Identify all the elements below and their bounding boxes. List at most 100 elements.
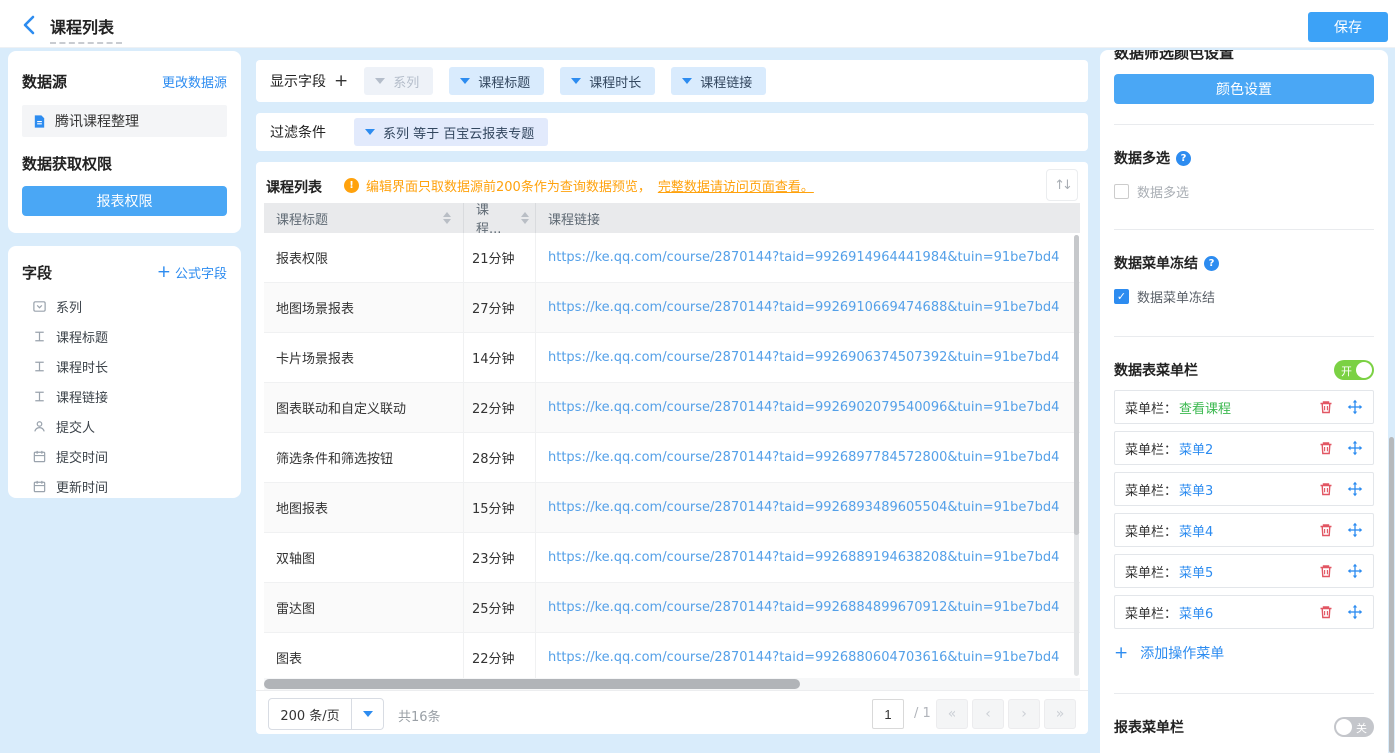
table-row[interactable]: 双轴图23分钟https://ke.qq.com/course/2870144?… — [264, 533, 1080, 583]
field-item[interactable]: 系列 — [22, 291, 227, 321]
formula-field-link[interactable]: +公式字段 — [157, 263, 227, 282]
divider — [1114, 124, 1374, 125]
page-size-dropdown[interactable] — [351, 699, 383, 729]
menu-bar-item[interactable]: 菜单栏：菜单3 — [1114, 472, 1374, 506]
table-row[interactable]: 地图报表15分钟https://ke.qq.com/course/2870144… — [264, 483, 1080, 533]
page-number-input[interactable] — [872, 699, 904, 729]
course-title-cell: 图表 — [264, 633, 464, 678]
course-link[interactable]: https://ke.qq.com/course/2870144?taid=99… — [548, 300, 1059, 315]
table-row[interactable]: 报表权限21分钟https://ke.qq.com/course/2870144… — [264, 233, 1080, 283]
menu-bar-item[interactable]: 菜单栏：菜单5 — [1114, 554, 1374, 588]
field-item[interactable]: 更新时间 — [22, 471, 227, 501]
field-item[interactable]: 提交人 — [22, 411, 227, 441]
field-item[interactable]: 课程标题 — [22, 321, 227, 351]
sort-carets-icon[interactable] — [443, 212, 451, 224]
move-icon[interactable] — [1347, 522, 1363, 538]
window-scrollbar-thumb[interactable] — [1389, 437, 1394, 753]
display-field-tag[interactable]: 系列 — [364, 67, 433, 95]
report-permission-button[interactable]: 报表权限 — [22, 186, 227, 216]
menu-bar-item[interactable]: 菜单栏：菜单4 — [1114, 513, 1374, 547]
menu-item-name[interactable]: 菜单3 — [1179, 480, 1213, 499]
menu-item-name[interactable]: 菜单2 — [1179, 439, 1213, 458]
trash-icon[interactable] — [1318, 399, 1334, 415]
table-row[interactable]: 卡片场景报表14分钟https://ke.qq.com/course/28701… — [264, 333, 1080, 383]
course-link[interactable]: https://ke.qq.com/course/2870144?taid=99… — [548, 400, 1059, 415]
display-fields-label: 显示字段 — [270, 71, 326, 91]
course-link[interactable]: https://ke.qq.com/course/2870144?taid=99… — [548, 450, 1059, 465]
datasource-item[interactable]: 腾讯课程整理 — [22, 105, 227, 137]
menu-bar-item[interactable]: 菜单栏：菜单6 — [1114, 595, 1374, 629]
table-row[interactable]: 图表22分钟https://ke.qq.com/course/2870144?t… — [264, 633, 1080, 678]
move-icon[interactable] — [1347, 563, 1363, 579]
menu-item-actions — [1318, 522, 1363, 538]
add-menu-link[interactable]: +添加操作菜单 — [1114, 643, 1374, 663]
menu-items-list: 菜单栏：查看课程菜单栏：菜单2菜单栏：菜单3菜单栏：菜单4菜单栏：菜单5菜单栏：… — [1114, 390, 1374, 629]
column-header-duration[interactable]: 课程... — [464, 203, 536, 233]
table-row[interactable]: 雷达图25分钟https://ke.qq.com/course/2870144?… — [264, 583, 1080, 633]
course-link[interactable]: https://ke.qq.com/course/2870144?taid=99… — [548, 500, 1059, 515]
menu-item-name[interactable]: 菜单6 — [1179, 603, 1213, 622]
move-icon[interactable] — [1347, 399, 1363, 415]
warning-link[interactable]: 完整数据请访问页面查看。 — [658, 176, 814, 195]
next-page-button[interactable]: › — [1008, 699, 1040, 729]
back-icon[interactable] — [18, 13, 42, 37]
trash-icon[interactable] — [1318, 481, 1334, 497]
horizontal-scrollbar-thumb[interactable] — [264, 679, 800, 689]
sort-order-button[interactable]: ↑↓ — [1046, 169, 1078, 201]
fields-title: 字段 — [22, 262, 52, 283]
display-field-tag[interactable]: 课程链接 — [671, 67, 766, 95]
course-link[interactable]: https://ke.qq.com/course/2870144?taid=99… — [548, 600, 1059, 615]
table-row[interactable]: 图表联动和自定义联动22分钟https://ke.qq.com/course/2… — [264, 383, 1080, 433]
report-menu-toggle[interactable]: 关 — [1334, 717, 1374, 737]
save-button[interactable]: 保存 — [1308, 12, 1388, 42]
menu-item-name[interactable]: 查看课程 — [1179, 398, 1231, 417]
filter-label: 过滤条件 — [270, 122, 326, 142]
add-display-field-button[interactable]: + — [334, 73, 348, 90]
display-field-tag[interactable]: 课程标题 — [449, 67, 544, 95]
field-item-label: 系列 — [56, 297, 82, 316]
freeze-checkbox-row[interactable]: ✓ 数据菜单冻结 — [1114, 287, 1374, 306]
trash-icon[interactable] — [1318, 522, 1334, 538]
menu-bar-item[interactable]: 菜单栏：菜单2 — [1114, 431, 1374, 465]
move-icon[interactable] — [1347, 604, 1363, 620]
menu-item-actions — [1318, 440, 1363, 456]
checkbox-checked-icon[interactable]: ✓ — [1114, 289, 1129, 304]
table-row[interactable]: 地图场景报表27分钟https://ke.qq.com/course/28701… — [264, 283, 1080, 333]
freeze-label: 数据菜单冻结 — [1137, 287, 1215, 306]
menu-bar-item[interactable]: 菜单栏：查看课程 — [1114, 390, 1374, 424]
menu-item-name[interactable]: 菜单5 — [1179, 562, 1213, 581]
course-link[interactable]: https://ke.qq.com/course/2870144?taid=99… — [548, 250, 1059, 265]
course-link[interactable]: https://ke.qq.com/course/2870144?taid=99… — [548, 350, 1059, 365]
help-icon[interactable]: ? — [1176, 151, 1191, 166]
multi-select-checkbox-row[interactable]: 数据多选 — [1114, 182, 1374, 201]
menu-item-prefix: 菜单栏： — [1125, 521, 1177, 540]
course-link[interactable]: https://ke.qq.com/course/2870144?taid=99… — [548, 550, 1059, 565]
display-field-tag[interactable]: 课程时长 — [560, 67, 655, 95]
table-vertical-scrollbar[interactable] — [1074, 235, 1079, 676]
change-datasource-link[interactable]: 更改数据源 — [162, 72, 227, 91]
page-total-label: / 1 — [914, 706, 931, 721]
field-item[interactable]: 提交时间 — [22, 441, 227, 471]
trash-icon[interactable] — [1318, 440, 1334, 456]
column-header-title[interactable]: 课程标题 — [264, 203, 464, 233]
checkbox-unchecked-icon[interactable] — [1114, 184, 1129, 199]
move-icon[interactable] — [1347, 440, 1363, 456]
sort-carets-icon[interactable] — [521, 212, 529, 224]
table-menu-toggle[interactable]: 开 — [1334, 360, 1374, 380]
page-size-select[interactable]: 200 条/页 — [268, 698, 384, 730]
color-settings-button[interactable]: 颜色设置 — [1114, 74, 1374, 104]
chevron-down-icon — [460, 78, 470, 84]
prev-page-button[interactable]: ‹ — [972, 699, 1004, 729]
field-item[interactable]: 课程时长 — [22, 351, 227, 381]
table-row[interactable]: 筛选条件和筛选按钮28分钟https://ke.qq.com/course/28… — [264, 433, 1080, 483]
field-item[interactable]: 课程链接 — [22, 381, 227, 411]
course-link[interactable]: https://ke.qq.com/course/2870144?taid=99… — [548, 650, 1059, 665]
filter-condition-tag[interactable]: 系列 等于 百宝云报表专题 — [354, 118, 548, 146]
menu-item-name[interactable]: 菜单4 — [1179, 521, 1213, 540]
move-icon[interactable] — [1347, 481, 1363, 497]
trash-icon[interactable] — [1318, 563, 1334, 579]
first-page-button[interactable]: « — [936, 699, 968, 729]
trash-icon[interactable] — [1318, 604, 1334, 620]
help-icon[interactable]: ? — [1204, 256, 1219, 271]
last-page-button[interactable]: » — [1044, 699, 1076, 729]
